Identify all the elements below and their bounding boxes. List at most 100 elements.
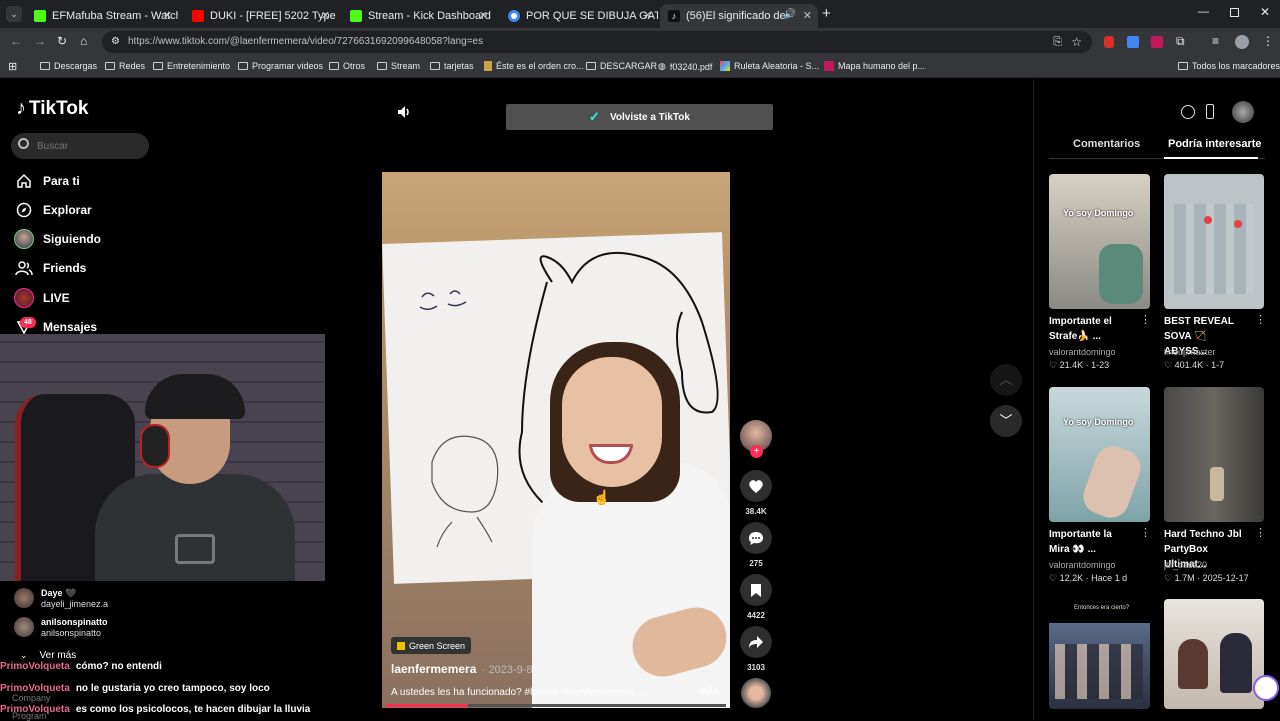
phone-icon[interactable] (1206, 104, 1214, 119)
install-app-icon[interactable]: ⎘ (1053, 31, 1062, 53)
video-date: · 2023-9-8 (481, 664, 533, 676)
extensions-puzzle-icon[interactable]: ⧉ (1176, 34, 1185, 49)
green-screen-tag[interactable]: Green Screen (391, 637, 472, 654)
comment-button[interactable] (740, 522, 772, 554)
more-options-icon[interactable]: ⋮ (1140, 313, 1151, 326)
video-thumbnail[interactable] (1164, 174, 1264, 309)
reading-list-icon[interactable]: ≡ (1212, 34, 1219, 48)
creator-avatar[interactable]: + (740, 420, 772, 458)
sound-disc-avatar[interactable] (741, 678, 771, 708)
audio-playing-icon[interactable]: 🔊 (784, 9, 796, 20)
author-name: laenfermemera (391, 662, 477, 676)
volume-icon[interactable] (396, 104, 412, 120)
bookmark-favicon-icon (824, 61, 834, 71)
follow-plus-icon[interactable]: + (750, 445, 763, 458)
sidebar-item-para-ti[interactable]: Para ti (14, 171, 80, 191)
toast-notification: ✓ Volviste a TikTok (506, 104, 773, 130)
close-tab-icon[interactable]: ✕ (643, 9, 652, 22)
close-tab-icon[interactable]: ✕ (163, 9, 172, 22)
search-input[interactable] (37, 137, 137, 155)
close-window-button[interactable]: ✕ (1260, 5, 1270, 19)
video-player[interactable] (382, 172, 730, 708)
profile-avatar-icon[interactable] (1235, 35, 1249, 49)
bookmark-folder[interactable]: Otros (329, 61, 365, 71)
extension-m-icon[interactable] (1151, 36, 1163, 48)
browser-tab[interactable]: POR QUE SE DIBUJA GATOS VO… ✕ (500, 4, 658, 28)
sidebar-item-explorar[interactable]: Explorar (14, 200, 92, 220)
bookmark-folder[interactable]: Entretenimiento (153, 61, 230, 71)
sidebar-item-live[interactable]: LIVE (14, 288, 70, 308)
minimize-button[interactable]: — (1198, 6, 1209, 18)
sidebar-item-label: Explorar (43, 203, 92, 217)
previous-video-button[interactable]: ︿ (990, 364, 1022, 396)
bookmark-folder[interactable]: Programar videos (238, 61, 323, 71)
video-thumbnail[interactable] (1164, 599, 1264, 709)
sidebar-item-friends[interactable]: Friends (14, 258, 86, 278)
all-bookmarks-folder[interactable]: Todos los marcadores (1178, 61, 1280, 71)
forward-icon[interactable]: → (34, 34, 46, 48)
browser-tab[interactable]: Stream - Kick Dashboard ✕ (342, 4, 494, 28)
video-thumbnail[interactable]: Yo soy Domingo (1049, 174, 1150, 309)
browser-tab[interactable]: DUKI - [FREE] 5202 Type Beat (… ✕ (184, 4, 336, 28)
video-progress-bar[interactable] (386, 704, 726, 707)
apps-grid-icon[interactable]: ⊞ (8, 60, 17, 73)
bookmark-link[interactable]: Mapa humano del p... (824, 61, 925, 71)
search-box[interactable] (11, 133, 149, 159)
back-icon[interactable]: ← (10, 34, 22, 48)
bookmark-star-icon[interactable]: ☆ (1071, 31, 1082, 53)
video-author[interactable]: valorantdomingo (1049, 560, 1116, 570)
restore-button[interactable] (1230, 8, 1239, 17)
profile-avatar[interactable] (1232, 101, 1254, 123)
tab-title: (56)El significado del gato c… (686, 10, 790, 22)
more-options-icon[interactable]: ⋮ (1255, 313, 1266, 326)
close-tab-icon[interactable]: ✕ (479, 9, 488, 22)
share-button[interactable] (740, 626, 772, 658)
bookmark-folder[interactable]: Redes (105, 61, 145, 71)
browser-tab-active[interactable]: ♪ (56)El significado del gato c… 🔊 ✕ (660, 4, 818, 28)
sidebar-item-siguiendo[interactable]: Siguiendo (14, 229, 101, 249)
extension-red-icon[interactable] (1104, 36, 1114, 48)
browser-menu-icon[interactable]: ⋮ (1262, 34, 1274, 48)
more-options-icon[interactable]: ⋮ (1140, 526, 1151, 539)
new-tab-button[interactable]: + (822, 5, 831, 22)
tab-comentarios[interactable]: Comentarios (1073, 138, 1140, 150)
ver-mas-label: Ver más (39, 650, 77, 661)
video-author[interactable]: jbl_bass20 (1164, 560, 1207, 570)
caption-more-button[interactable]: más (699, 686, 719, 697)
close-tab-icon[interactable]: ✕ (803, 9, 812, 22)
like-button[interactable] (740, 470, 772, 502)
tab-podria-interesarte[interactable]: Podría interesarte (1168, 138, 1262, 150)
bookmark-folder[interactable]: Stream (377, 61, 420, 71)
video-author[interactable]: valorantdomingo (1049, 347, 1116, 357)
home-icon[interactable]: ⌂ (80, 34, 87, 48)
close-tab-icon[interactable]: ✕ (321, 9, 330, 22)
video-caption[interactable]: A ustedes les ha funcionado? #humor #lae… (391, 687, 645, 698)
reload-icon[interactable]: ↻ (57, 34, 67, 48)
floating-assistant-icon[interactable] (1253, 675, 1279, 701)
bookmark-link[interactable]: Éste es el orden cro... (484, 61, 584, 71)
video-title[interactable]: Importante la Mira 👀 ... (1049, 527, 1133, 557)
compass-icon[interactable] (1181, 105, 1195, 119)
site-info-icon[interactable]: ⚙ (111, 31, 120, 53)
bookmark-folder[interactable]: DESCARGAR (586, 61, 657, 71)
bookmark-folder[interactable]: tarjetas (430, 61, 474, 71)
video-thumbnail[interactable]: Yo soy Domingo (1049, 387, 1150, 522)
save-button[interactable] (740, 574, 772, 606)
browser-tab[interactable]: EFMafuba Stream - Watch Live ✕ (26, 4, 178, 28)
video-thumbnail[interactable]: Entonces era cierto? (1049, 599, 1150, 709)
progress-fill (386, 704, 468, 707)
ver-mas-button[interactable]: ⌄ Ver más (20, 650, 76, 661)
video-title[interactable]: Importante el Strafe🍌 ... (1049, 314, 1133, 344)
video-author[interactable]: laenfermemera · 2023-9-8 (391, 662, 533, 676)
translate-extension-icon[interactable] (1127, 36, 1139, 48)
more-options-icon[interactable]: ⋮ (1255, 526, 1266, 539)
bookmark-folder[interactable]: Descargas (40, 61, 97, 71)
video-thumbnail[interactable] (1164, 387, 1264, 522)
video-author[interactable]: lineupmaster (1164, 347, 1216, 357)
bookmark-link[interactable]: ◍ f03240.pdf (658, 61, 712, 72)
tab-search-button[interactable]: ⌄ (6, 6, 22, 22)
bookmark-link[interactable]: Ruleta Aleatoria - S... (720, 61, 819, 71)
address-bar[interactable]: ⚙ https://www.tiktok.com/@laenfermemera/… (102, 31, 1092, 53)
tiktok-logo[interactable]: ♪ TikTok (16, 97, 88, 120)
next-video-button[interactable]: ﹀ (990, 405, 1022, 437)
